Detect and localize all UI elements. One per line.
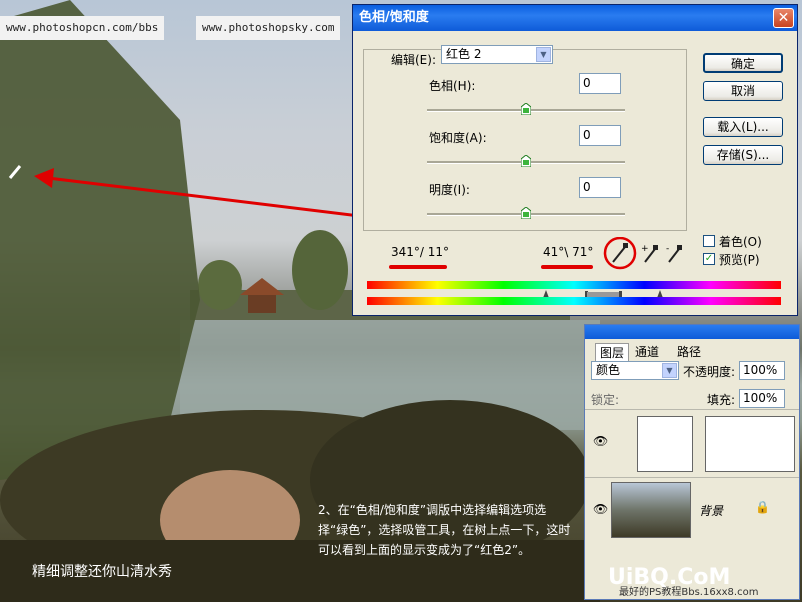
watermark-left: www.photoshopcn.com/bbs bbox=[0, 16, 165, 40]
lock-icon: 🔒 bbox=[755, 500, 770, 514]
tab-paths[interactable]: 路径 bbox=[673, 343, 705, 360]
hue-input[interactable]: 0 bbox=[579, 73, 621, 94]
blend-mode-value: 颜色 bbox=[596, 363, 621, 377]
layer-mask-thumbnail[interactable] bbox=[705, 416, 795, 472]
layers-panel-titlebar[interactable] bbox=[585, 325, 799, 339]
hue-label: 色相(H): bbox=[429, 79, 476, 93]
eyedropper-tools: + - bbox=[603, 237, 682, 270]
dialog-title: 色相/饱和度 bbox=[359, 10, 429, 25]
colorize-checkbox[interactable] bbox=[703, 235, 715, 247]
blend-mode-select[interactable]: 颜色 ▼ bbox=[591, 361, 679, 380]
opacity-input[interactable]: 100% bbox=[739, 361, 785, 380]
layers-panel: 图层 通道 路径 颜色 ▼ 不透明度: 100% 锁定: 填充: 100% 👁 … bbox=[584, 324, 800, 600]
eyedropper-icon[interactable] bbox=[612, 243, 628, 263]
load-button[interactable]: 载入(L)... bbox=[703, 117, 783, 137]
pavilion-roof bbox=[240, 278, 284, 295]
tab-layers[interactable]: 图层 bbox=[595, 343, 630, 361]
range-right-underline bbox=[541, 265, 593, 269]
range-left-readout: 341°/ 11° bbox=[391, 245, 450, 259]
opacity-label: 不透明度: bbox=[683, 365, 736, 379]
tree-mid bbox=[292, 230, 348, 310]
caption-right: 2、在“色相/饱和度”调版中选择编辑选项选择“绿色”，选择吸管工具，在树上点一下… bbox=[318, 503, 571, 557]
colorize-label: 着色(O) bbox=[719, 235, 762, 249]
svg-text:-: - bbox=[666, 244, 669, 254]
tab-channels[interactable]: 通道 bbox=[631, 343, 663, 360]
site-logo: UiBQ.CoM bbox=[608, 565, 731, 590]
adjustment-layer-row[interactable]: 👁 bbox=[585, 409, 799, 476]
saturation-label: 饱和度(A): bbox=[429, 131, 487, 145]
lightness-label: 明度(I): bbox=[429, 183, 470, 197]
pavilion bbox=[248, 295, 276, 313]
fill-input[interactable]: 100% bbox=[739, 389, 785, 408]
edit-label: 编辑(E): bbox=[389, 51, 438, 68]
saturation-slider-thumb[interactable] bbox=[521, 155, 531, 167]
edit-frame bbox=[363, 49, 687, 231]
range-right-readout: 41°\ 71° bbox=[543, 245, 594, 259]
close-button[interactable]: ✕ bbox=[773, 8, 794, 28]
save-button[interactable]: 存储(S)... bbox=[703, 145, 783, 165]
adjustment-thumbnail bbox=[637, 416, 693, 472]
tree-small bbox=[198, 260, 242, 310]
lightness-input[interactable]: 0 bbox=[579, 177, 621, 198]
preview-checkbox[interactable]: ✓ bbox=[703, 253, 715, 265]
dialog-titlebar[interactable]: 色相/饱和度 ✕ bbox=[353, 5, 797, 31]
background-thumbnail bbox=[611, 482, 691, 538]
edit-select[interactable]: 红色 2 ▼ bbox=[441, 45, 553, 64]
preview-label: 预览(P) bbox=[719, 253, 760, 267]
background-layer-name: 背景 bbox=[699, 504, 724, 518]
eyedropper-minus-icon[interactable]: - bbox=[666, 244, 682, 263]
caption-left: 精细调整还你山清水秀 bbox=[32, 564, 172, 580]
hue-saturation-dialog: 色相/饱和度 ✕ 编辑(E): 红色 2 ▼ 色相(H): 0 饱和度(A): … bbox=[352, 4, 798, 316]
chevron-down-icon[interactable]: ▼ bbox=[536, 47, 551, 62]
svg-text:+: + bbox=[641, 244, 649, 254]
lightness-slider-thumb[interactable] bbox=[521, 207, 531, 219]
chevron-down-icon[interactable]: ▼ bbox=[662, 363, 677, 378]
visibility-eye-icon[interactable]: 👁 bbox=[593, 434, 608, 448]
ok-button[interactable]: 确定 bbox=[703, 53, 783, 73]
watermark-right: www.photoshopsky.com bbox=[196, 16, 341, 40]
input-color-bar bbox=[367, 281, 781, 289]
eyedropper-plus-icon[interactable]: + bbox=[641, 244, 658, 263]
range-left-underline bbox=[389, 265, 447, 269]
left-tree bbox=[0, 0, 200, 480]
cancel-button[interactable]: 取消 bbox=[703, 81, 783, 101]
edit-select-value: 红色 2 bbox=[446, 47, 482, 61]
fill-label: 填充: bbox=[707, 393, 736, 407]
lock-label: 锁定: bbox=[591, 393, 620, 407]
visibility-eye-icon[interactable]: 👁 bbox=[593, 502, 608, 516]
saturation-input[interactable]: 0 bbox=[579, 125, 621, 146]
hue-slider-thumb[interactable] bbox=[521, 103, 531, 115]
output-color-bar bbox=[367, 297, 781, 305]
background-layer-row[interactable]: 👁 背景 🔒 bbox=[585, 477, 799, 562]
